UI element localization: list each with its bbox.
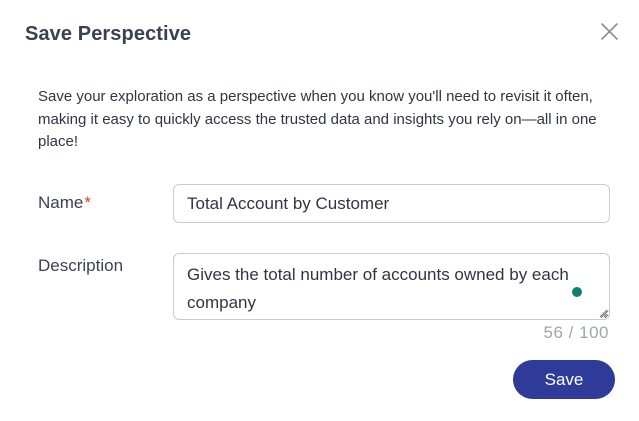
dialog-title: Save Perspective: [25, 23, 192, 45]
description-textarea[interactable]: Gives the total number of accounts owned…: [173, 253, 610, 320]
required-marker: *: [84, 193, 91, 212]
name-label-text: Name: [38, 193, 84, 212]
name-input[interactable]: [173, 184, 610, 223]
description-label: Description: [38, 256, 124, 275]
name-label: Name*: [38, 193, 91, 213]
dialog-description: Save your exploration as a perspective w…: [38, 88, 597, 150]
save-button[interactable]: Save: [513, 360, 615, 399]
save-perspective-dialog: Save Perspective Save your exploration a…: [0, 0, 639, 421]
resize-handle-icon[interactable]: [599, 309, 608, 318]
grammar-indicator-icon[interactable]: [572, 287, 582, 297]
character-count: 56 / 100: [543, 323, 609, 342]
close-icon: [601, 23, 618, 40]
close-button[interactable]: [598, 20, 622, 44]
